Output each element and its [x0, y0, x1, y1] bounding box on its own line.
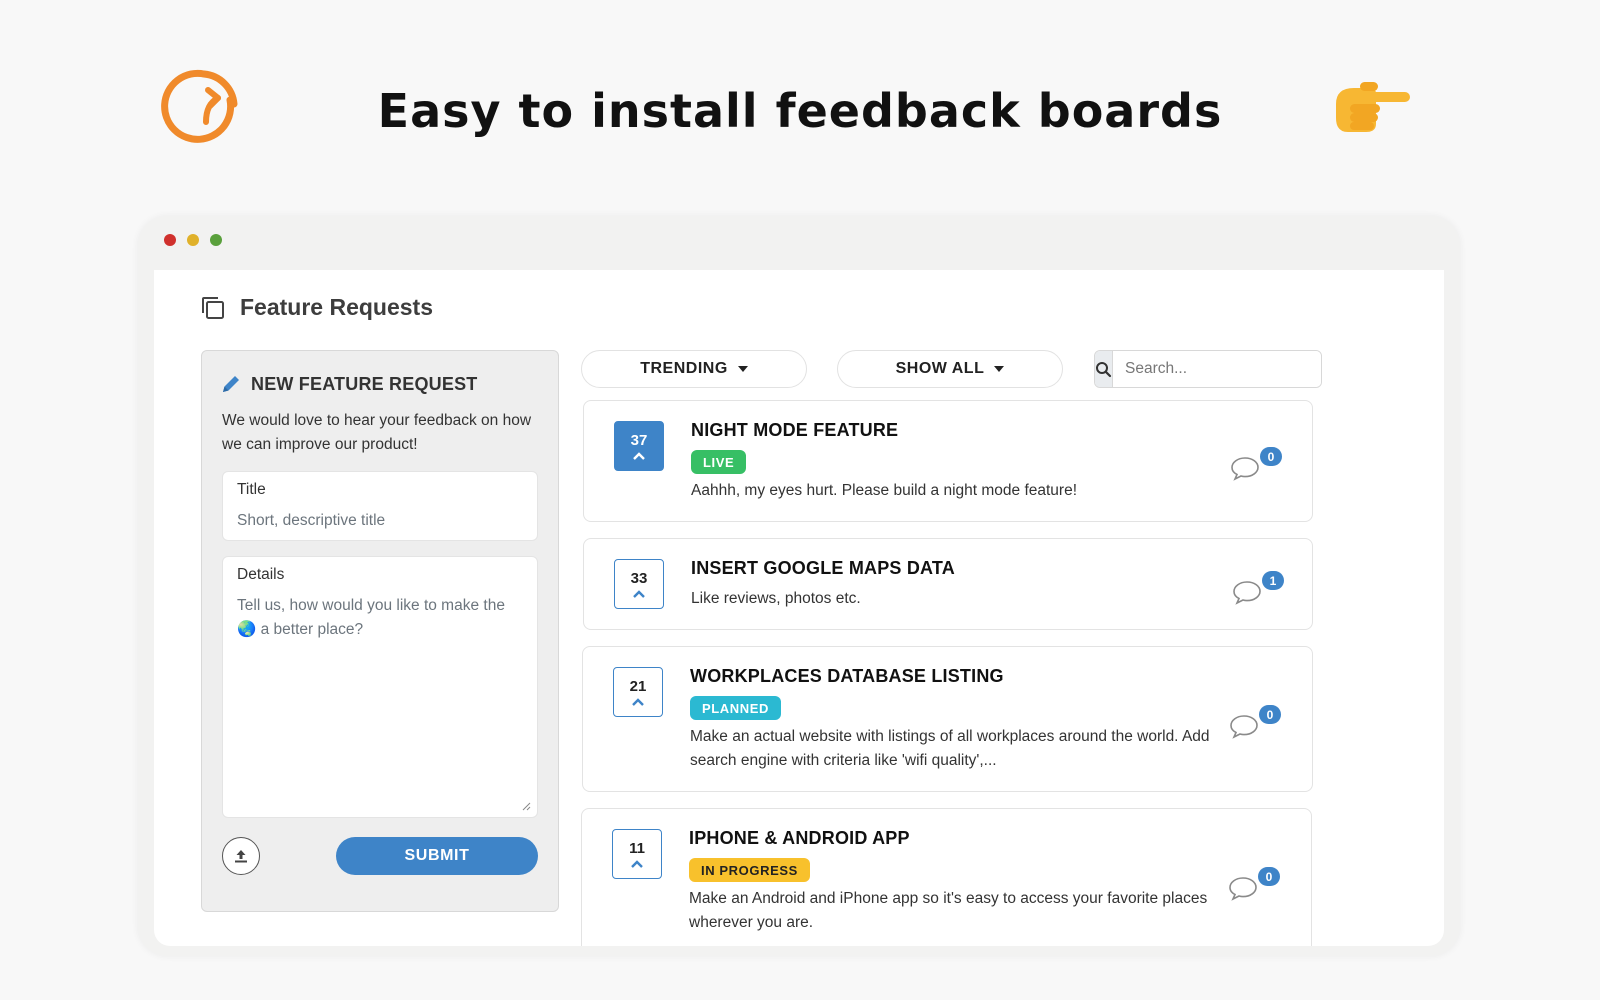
- chevron-up-icon: [633, 451, 645, 460]
- speech-bubble-icon: [1230, 715, 1258, 739]
- window-maximize-button[interactable]: [210, 234, 222, 246]
- title-placeholder[interactable]: Short, descriptive title: [237, 509, 527, 533]
- upload-icon: [235, 850, 247, 863]
- title-label: Title: [237, 481, 266, 498]
- resize-handle-icon[interactable]: [521, 801, 531, 811]
- window-minimize-button[interactable]: [187, 234, 199, 246]
- upvote-button[interactable]: 21: [613, 667, 663, 717]
- request-description: Aahhh, my eyes hurt. Please build a nigh…: [691, 482, 1078, 499]
- vote-count: 11: [629, 839, 645, 857]
- details-label: Details: [237, 566, 285, 583]
- request-title[interactable]: NIGHT MODE FEATURE: [691, 420, 898, 441]
- comment-count-badge: 0: [1260, 447, 1282, 466]
- upvote-button[interactable]: 33: [614, 559, 664, 609]
- comments-button[interactable]: 1: [1232, 571, 1292, 607]
- vote-count: 33: [630, 569, 648, 587]
- comment-count-badge: 0: [1259, 705, 1281, 724]
- window-close-button[interactable]: [164, 234, 176, 246]
- search-box: [1094, 350, 1322, 388]
- speech-bubble-icon: [1231, 457, 1259, 481]
- details-placeholder[interactable]: Tell us, how would you like to make the …: [237, 594, 527, 642]
- speech-bubble-icon: [1233, 581, 1261, 605]
- details-field[interactable]: Details Tell us, how would you like to m…: [222, 556, 538, 818]
- request-title[interactable]: WORKPLACES DATABASE LISTING: [690, 666, 1004, 687]
- copy-icon: [202, 296, 224, 319]
- comments-button[interactable]: 0: [1230, 447, 1290, 483]
- request-description: Make an actual website with listings of …: [690, 728, 1210, 769]
- new-request-card: NEW FEATURE REQUEST We would love to hea…: [201, 350, 559, 912]
- browser-window: Feature Requests NEW FEATURE REQUEST We …: [138, 216, 1460, 956]
- vote-count: 21: [629, 677, 647, 695]
- request-title[interactable]: IPHONE & ANDROID APP: [689, 828, 910, 849]
- upload-button[interactable]: [222, 837, 260, 875]
- chevron-up-icon: [631, 859, 643, 868]
- request-card: 33 INSERT GOOGLE MAPS DATA Like reviews,…: [583, 538, 1313, 630]
- request-card: 21 WORKPLACES DATABASE LISTING PLANNED M…: [582, 646, 1313, 792]
- submit-button[interactable]: SUBMIT: [336, 837, 538, 875]
- sort-dropdown[interactable]: TRENDING: [581, 350, 807, 388]
- request-description: Like reviews, photos etc.: [691, 590, 861, 607]
- page-viewport: Feature Requests NEW FEATURE REQUEST We …: [154, 270, 1444, 946]
- comment-count-badge: 1: [1262, 571, 1284, 590]
- search-button[interactable]: [1095, 351, 1113, 387]
- title-field[interactable]: Title Short, descriptive title: [222, 471, 538, 541]
- new-request-header: NEW FEATURE REQUEST: [220, 373, 477, 395]
- request-description: Make an Android and iPhone app so it's e…: [689, 890, 1208, 931]
- status-badge: IN PROGRESS: [689, 858, 810, 882]
- page-title: Feature Requests: [240, 294, 434, 320]
- page-header: Feature Requests: [200, 294, 433, 321]
- sort-label: TRENDING: [640, 360, 728, 377]
- request-card: 37 NIGHT MODE FEATURE LIVE Aahhh, my eye…: [583, 400, 1313, 522]
- speech-bubble-icon: [1229, 877, 1257, 901]
- caret-down-icon: [994, 366, 1005, 372]
- pencil-icon: [223, 376, 239, 392]
- chevron-up-icon: [633, 589, 645, 598]
- new-request-description: We would love to hear your feedback on h…: [222, 412, 532, 453]
- request-title[interactable]: INSERT GOOGLE MAPS DATA: [691, 558, 955, 579]
- status-filter-label: SHOW ALL: [895, 360, 985, 377]
- search-icon: [1096, 361, 1112, 377]
- request-card: 11 IPHONE & ANDROID APP IN PROGRESS Make…: [581, 808, 1312, 946]
- upvote-button[interactable]: 11: [612, 829, 662, 879]
- chevron-up-icon: [632, 697, 644, 706]
- new-request-heading: NEW FEATURE REQUEST: [251, 373, 478, 394]
- comment-count-badge: 0: [1258, 867, 1280, 886]
- comments-button[interactable]: 0: [1228, 867, 1288, 903]
- upvote-button[interactable]: 37: [614, 421, 664, 471]
- comments-button[interactable]: 0: [1229, 705, 1289, 741]
- status-filter-dropdown[interactable]: SHOW ALL: [837, 350, 1063, 388]
- status-badge: LIVE: [691, 450, 747, 474]
- pointing-hand-icon: [1336, 82, 1410, 132]
- caret-down-icon: [737, 366, 748, 372]
- vote-count: 37: [630, 431, 648, 449]
- search-input[interactable]: [1113, 351, 1321, 387]
- status-badge: PLANNED: [690, 696, 782, 720]
